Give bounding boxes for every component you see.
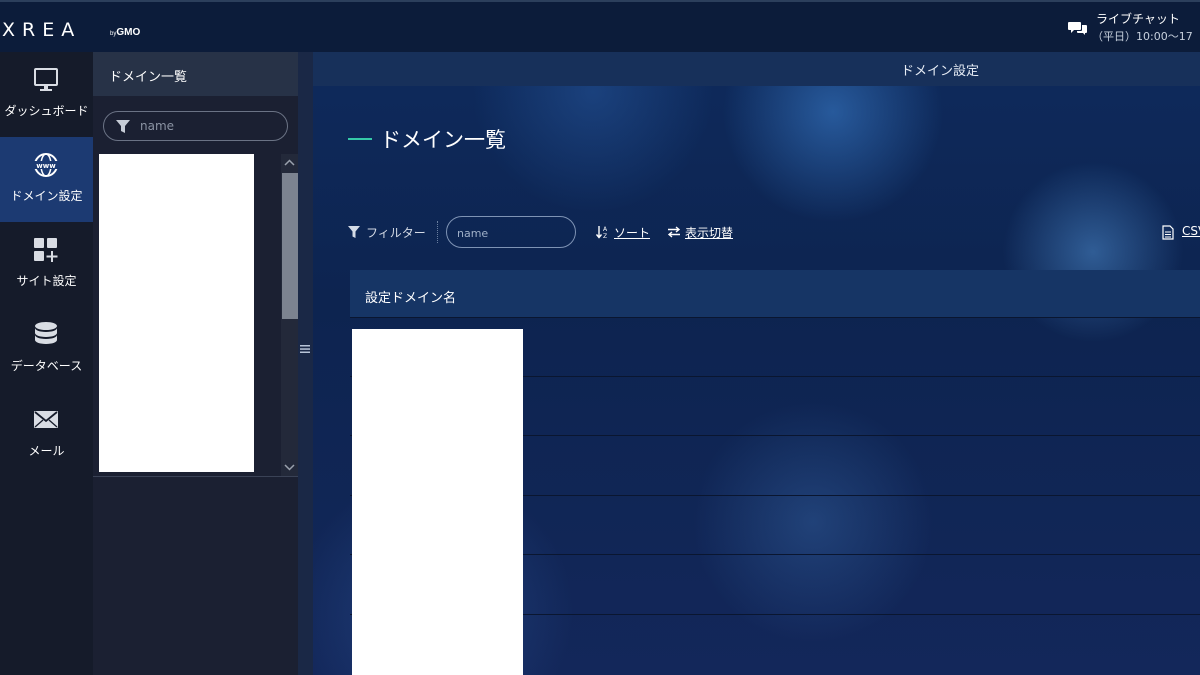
main-header-title: ドメイン設定 [901,64,980,79]
filter-icon [116,120,130,133]
live-chat-title: ライブチャット [1096,12,1180,26]
gmo-logo: byGMO [110,27,140,38]
chevron-up-icon[interactable] [284,158,295,168]
top-bar: XREA byGMO ライブチャット （平日）10:00～17 [0,0,1200,52]
filter-icon [348,226,360,238]
sort-az-icon: A Z [596,226,608,239]
domain-table: 設定ドメイン名 [350,270,1200,675]
nav-item-dashboard[interactable]: ダッシュボード [0,52,93,137]
svg-text:Z: Z [603,233,607,239]
toolbar-separator [437,221,438,243]
table-header: 設定ドメイン名 [350,270,1200,318]
panel-divider [93,476,298,477]
document-icon [1162,225,1174,240]
heading-accent-line [348,138,372,140]
filter-box[interactable] [446,216,576,248]
nav-label-site-settings: サイト設定 [16,274,77,288]
monitor-icon [34,68,58,91]
swap-arrows-icon [667,226,681,238]
panel-search-box[interactable] [103,111,288,141]
svg-text:A: A [603,226,608,233]
logo-company-text: GMO [116,27,141,38]
live-chat-button[interactable]: ライブチャット （平日）10:00～17 [1066,8,1200,48]
nav-label-database: データベース [10,359,83,373]
drag-handle-icon[interactable] [300,344,310,354]
domain-list-scrollbar[interactable] [281,154,298,476]
nav-item-mail[interactable]: メール [0,392,93,477]
panel-header: ドメイン一覧 [93,52,298,96]
domain-list-panel: ドメイン一覧 [93,52,298,675]
nav-item-domain-settings[interactable]: www ドメイン設定 [0,137,93,222]
sort-link[interactable]: ソート [614,224,650,241]
nav-item-site-settings[interactable]: サイト設定 [0,222,93,307]
chevron-down-icon[interactable] [284,462,295,472]
filter-label: フィルター [366,226,426,240]
left-nav: ダッシュボード www ドメイン設定 サイト設定 データベース メール [0,52,93,675]
panel-title: ドメイン一覧 [109,70,188,85]
page-title: ドメイン一覧 [380,128,506,152]
redacted-domain-names [352,329,523,675]
list-toolbar: フィルター A Z ソート 表示切替 CSV [348,216,1200,250]
chat-bubbles-icon [1068,22,1087,35]
svg-text:www: www [36,162,56,170]
main-header: ドメイン設定 [313,52,1200,86]
envelope-icon [34,411,58,428]
xrea-logo[interactable]: XREA [2,19,81,41]
live-chat-hours: （平日）10:00～17 [1092,30,1193,43]
nav-item-database[interactable]: データベース [0,307,93,392]
database-icon [35,322,57,344]
column-header-domain-name[interactable]: 設定ドメイン名 [365,287,456,306]
nav-label-domain-settings: ドメイン設定 [10,189,83,203]
panel-splitter[interactable] [298,52,313,675]
www-globe-icon: www [34,153,58,177]
csv-download-link[interactable]: CSV [1182,224,1200,238]
domain-list[interactable] [99,154,254,472]
panel-search-input[interactable] [140,117,280,135]
nav-label-dashboard: ダッシュボード [4,104,89,118]
view-switch-link[interactable]: 表示切替 [685,224,733,241]
nav-label-mail: メール [28,444,65,458]
scrollbar-thumb[interactable] [282,173,298,319]
grid-plus-icon [34,238,58,262]
filter-input[interactable] [457,224,567,242]
main-content: ドメイン設定 ドメイン一覧 フィルター A Z ソート 表示切替 CSV [313,52,1200,675]
